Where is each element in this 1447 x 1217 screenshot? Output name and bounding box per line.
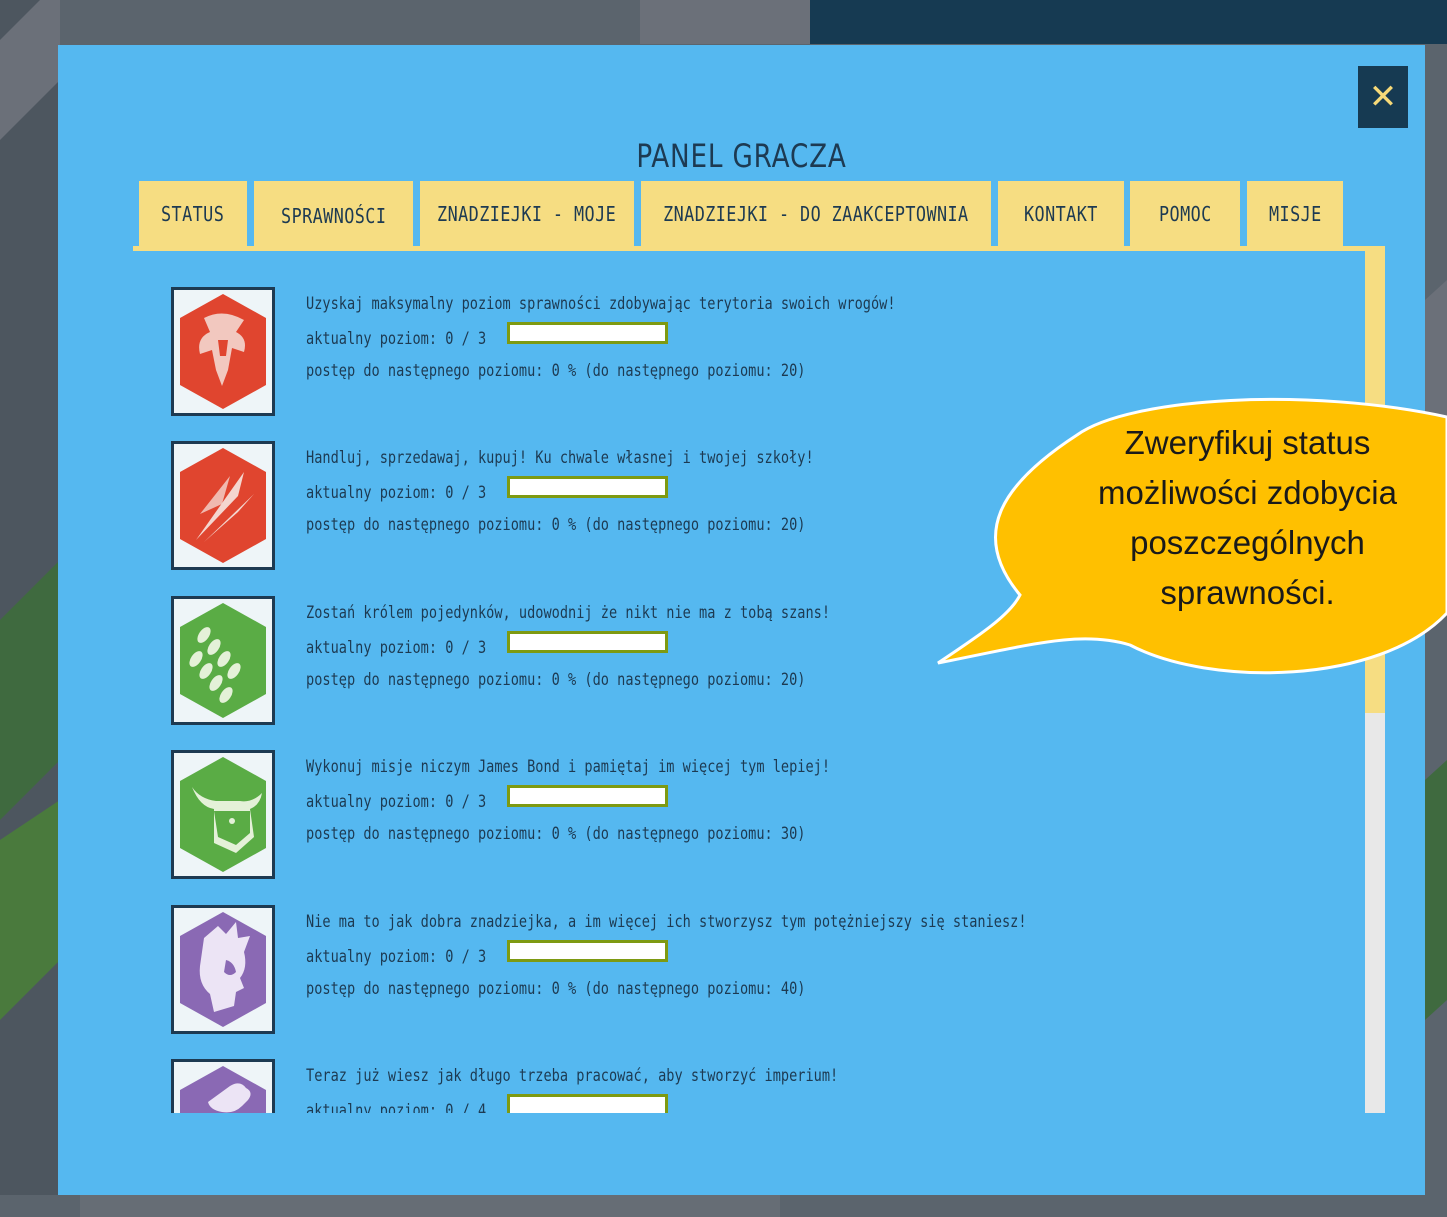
badge-item: Wykonuj misje niczym James Bond i pamięt… [133, 714, 1353, 879]
level-progress-bar [507, 476, 668, 498]
wheat-icon [171, 596, 275, 725]
level-progress-bar [507, 631, 668, 653]
tab-znadziejki-do-zaakceptowania[interactable]: ZNADZIEJKI - DO ZAAKCEPTOWNIA [641, 181, 991, 246]
bull-icon [171, 750, 275, 879]
badge-description: Handluj, sprzedawaj, kupuj! Ku chwale wł… [306, 448, 814, 468]
tab-label: ZNADZIEJKI - MOJE [437, 201, 617, 226]
tab-label: SPRAWNOŚCI [280, 204, 387, 228]
badge-level: aktualny poziom: 0 / 4 [306, 1101, 487, 1113]
modal-title: PANEL GRACZA [636, 137, 847, 175]
badge-progress: postęp do następnego poziomu: 0 % (do na… [306, 515, 806, 535]
badge-level: aktualny poziom: 0 / 3 [306, 329, 487, 349]
badge-description: Zostań królem pojedynków, udowodnij że n… [306, 603, 831, 623]
badge-progress: postęp do następnego poziomu: 0 % (do na… [306, 361, 806, 381]
badge-progress: postęp do następnego poziomu: 0 % (do na… [306, 824, 806, 844]
tab-label: STATUS [161, 201, 225, 226]
badge-progress: postęp do następnego poziomu: 0 % (do na… [306, 670, 806, 690]
badge-description: Nie ma to jak dobra znadziejka, a im wię… [306, 912, 1027, 932]
badge-item: Uzyskaj maksymalny poziom sprawności zdo… [133, 251, 1353, 416]
badge-item: Teraz już wiesz jak długo trzeba pracowa… [133, 1023, 1353, 1113]
level-progress-bar [507, 1094, 668, 1113]
tab-label: KONTAKT [1024, 201, 1098, 226]
close-button[interactable]: ✕ [1358, 66, 1408, 128]
phoenix-icon [171, 287, 275, 416]
tab-status[interactable]: STATUS [139, 181, 247, 246]
level-progress-bar [507, 940, 668, 962]
rooster-icon [171, 1059, 275, 1113]
tab-pomoc[interactable]: POMOC [1130, 181, 1240, 246]
badge-level: aktualny poziom: 0 / 3 [306, 947, 487, 967]
tab-label: POMOC [1158, 201, 1212, 226]
tab-sprawnosci[interactable]: SPRAWNOŚCI [254, 181, 413, 251]
tab-kontakt[interactable]: KONTAKT [998, 181, 1124, 246]
badge-description: Teraz już wiesz jak długo trzeba pracowa… [306, 1066, 839, 1086]
level-progress-bar [507, 785, 668, 807]
callout-text: Zweryfikuj status możliwości zdobycia po… [1098, 424, 1397, 611]
tab-misje[interactable]: MISJE [1247, 181, 1343, 246]
tab-znadziejki-moje[interactable]: ZNADZIEJKI - MOJE [420, 181, 634, 246]
tab-label: ZNADZIEJKI - DO ZAAKCEPTOWNIA [663, 201, 969, 226]
badge-level: aktualny poziom: 0 / 3 [306, 638, 487, 658]
badge-level: aktualny poziom: 0 / 3 [306, 483, 487, 503]
tab-label: MISJE [1268, 201, 1322, 226]
badge-level: aktualny poziom: 0 / 3 [306, 792, 487, 812]
badge-description: Uzyskaj maksymalny poziom sprawności zdo… [306, 294, 896, 314]
badge-progress: postęp do następnego poziomu: 0 % (do na… [306, 979, 806, 999]
badge-description: Wykonuj misje niczym James Bond i pamięt… [306, 757, 831, 777]
warrior-head-icon [171, 905, 275, 1034]
badge-item: Nie ma to jak dobra znadziejka, a im wię… [133, 869, 1353, 1034]
arrows-icon [171, 441, 275, 570]
level-progress-bar [507, 322, 668, 344]
